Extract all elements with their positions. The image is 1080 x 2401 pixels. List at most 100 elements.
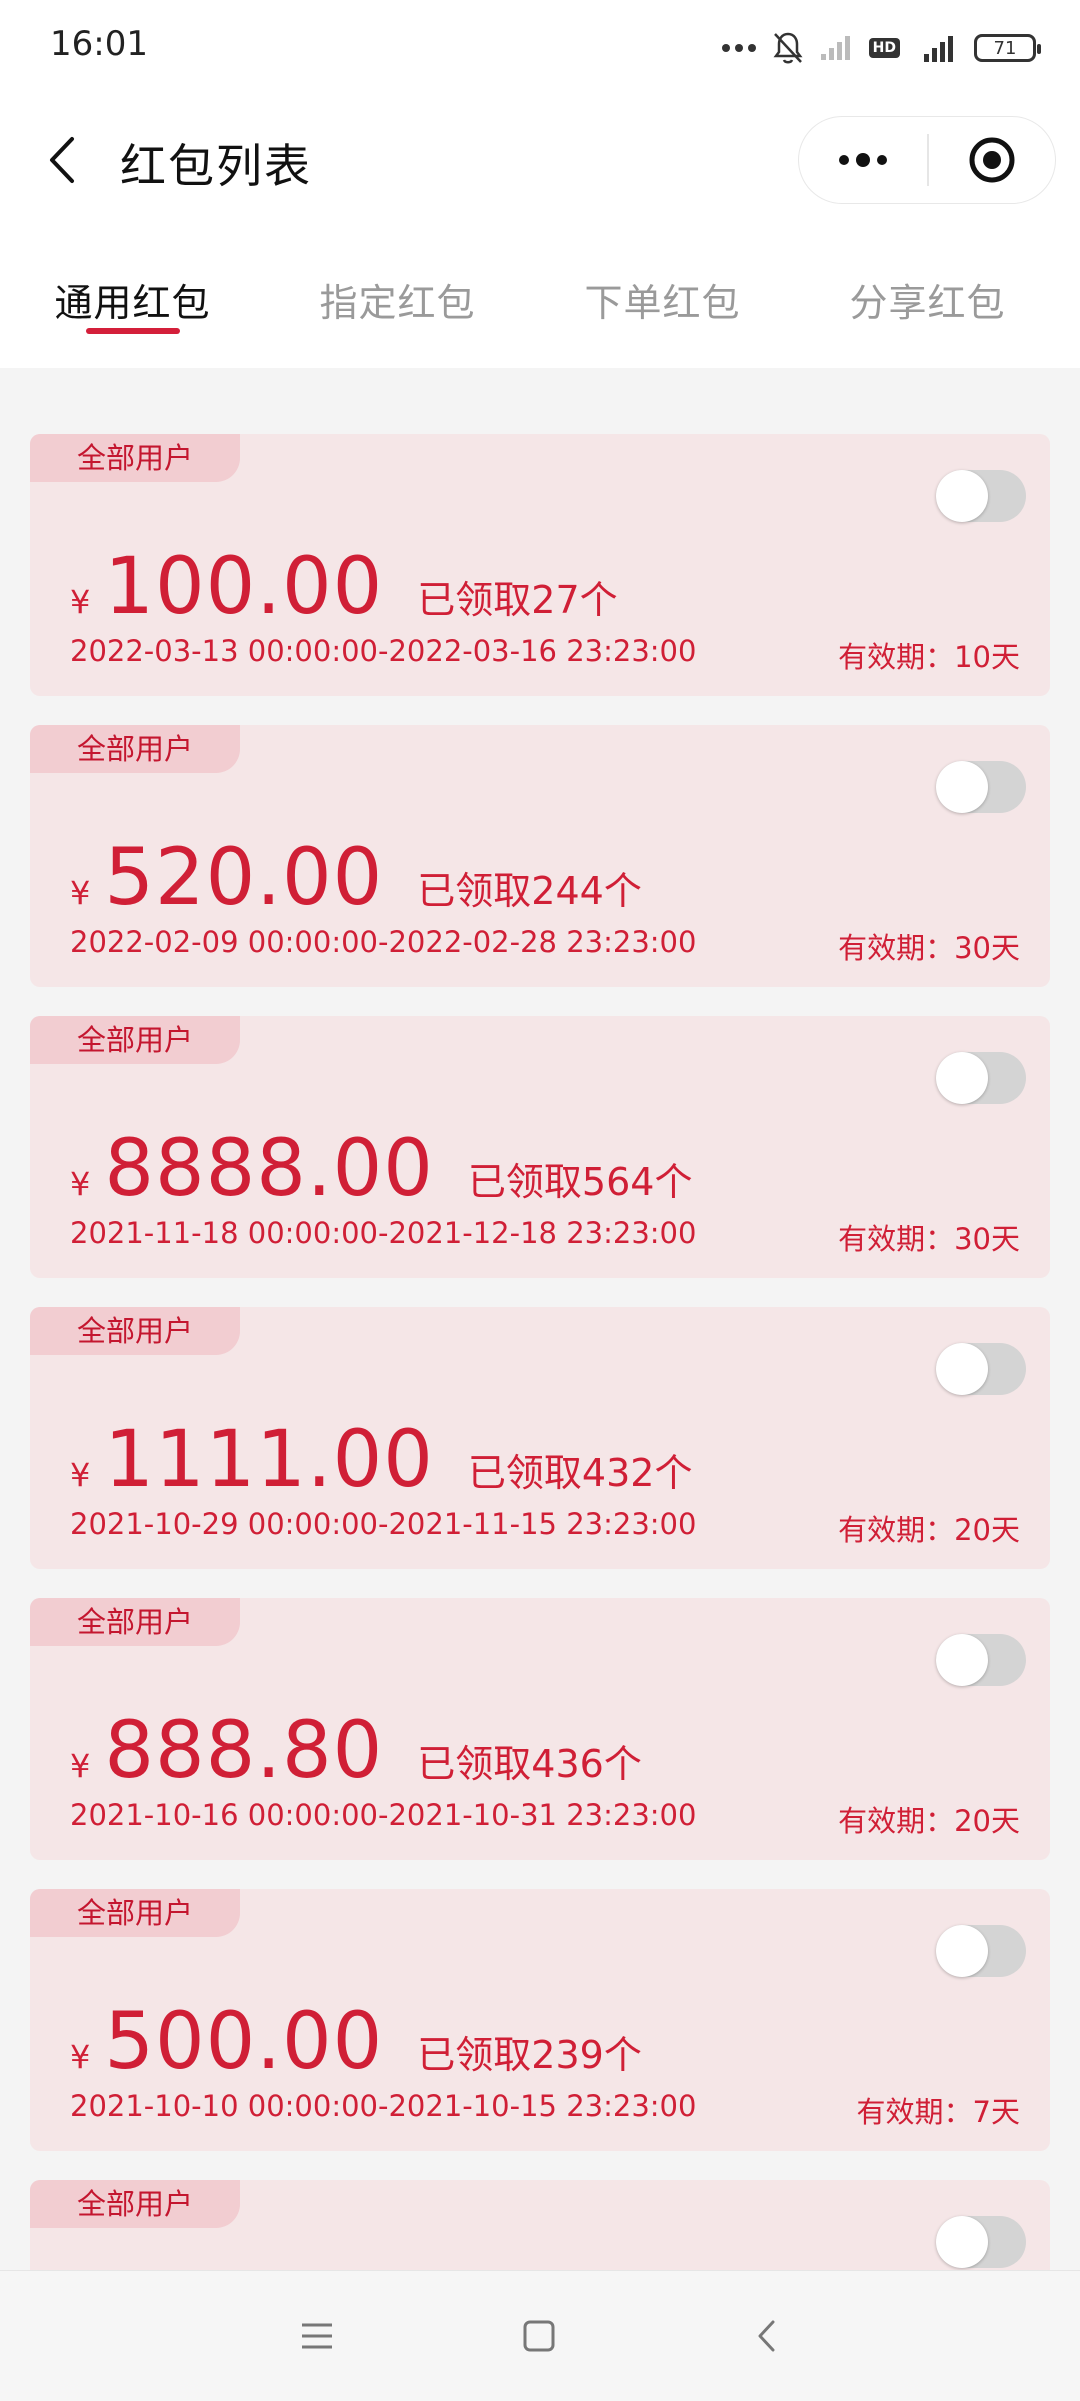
red-packet-card[interactable]: 全部用户 ¥ 520.00 已领取244个 2022-02-09 00:00:0… (30, 725, 1050, 987)
amount-row: ¥ 888.80 已领取436个 (70, 1706, 642, 1796)
date-range: 2021-11-18 00:00:00-2021-12-18 23:23:00 (70, 1216, 697, 1250)
currency-symbol: ¥ (70, 1747, 91, 1785)
battery-icon: 71 (974, 34, 1041, 62)
red-packet-card[interactable]: 全部用户 ¥ 1111.00 已领取432个 2021-10-29 00:00:… (30, 1307, 1050, 1569)
tab-order[interactable]: 下单红包 (530, 222, 795, 368)
red-packet-card[interactable]: 全部用户 ¥ 888.80 已领取436个 2021-10-16 00:00:0… (30, 1598, 1050, 1860)
amount-row: ¥ 8888.00 已领取564个 (70, 1124, 692, 1214)
enable-toggle[interactable] (936, 761, 1026, 813)
currency-symbol: ¥ (70, 1456, 91, 1494)
audience-tag: 全部用户 (30, 725, 240, 773)
menu-button[interactable] (292, 2311, 342, 2361)
currency-symbol: ¥ (70, 2038, 91, 2076)
system-nav-bar (0, 2270, 1080, 2401)
amount-row: ¥ 520.00 已领取244个 (70, 833, 642, 923)
toggle-knob (936, 761, 988, 813)
amount-value: 500.00 (104, 1997, 384, 2087)
amount-row: ¥ 1111.00 已领取432个 (70, 1415, 692, 1505)
claimed-count: 已领取432个 (467, 1451, 693, 1495)
enable-toggle[interactable] (936, 1052, 1026, 1104)
amount-value: 520.00 (104, 833, 384, 923)
claimed-count: 已领取239个 (417, 2033, 642, 2077)
tab-bar: 通用红包 指定红包 下单红包 分享红包 (0, 222, 1080, 368)
date-range: 2021-10-16 00:00:00-2021-10-31 23:23:00 (70, 1798, 697, 1832)
red-packet-card[interactable]: 全部用户 ¥ 8888.00 已领取564个 2021-11-18 00:00:… (30, 1016, 1050, 1278)
audience-tag: 全部用户 (30, 1307, 240, 1355)
more-dots-icon (721, 43, 757, 53)
toggle-knob (936, 1052, 988, 1104)
red-packet-card[interactable]: 全部用户 ¥ 500.00 已领取239个 2021-10-10 00:00:0… (30, 1889, 1050, 2151)
claimed-count: 已领取244个 (417, 869, 642, 913)
audience-tag: 全部用户 (30, 434, 240, 482)
system-back-button[interactable] (742, 2311, 792, 2361)
date-range: 2022-03-13 00:00:00-2022-03-16 23:23:00 (70, 634, 697, 668)
currency-symbol: ¥ (70, 1165, 91, 1203)
mute-bell-icon (771, 30, 805, 66)
amount-value: 888.80 (104, 1706, 384, 1796)
back-button[interactable] (36, 128, 86, 192)
amount-row: ¥ 100.00 已领取27个 (70, 542, 618, 632)
nav-bar: 红包列表 (0, 100, 1080, 222)
validity-period: 有效期：30天 (838, 931, 1020, 965)
red-packet-card[interactable]: 全部用户 (30, 2180, 1050, 2270)
status-icons: HD 71 (721, 26, 1041, 70)
more-icon (839, 153, 887, 167)
currency-symbol: ¥ (70, 874, 91, 912)
tab-share[interactable]: 分享红包 (795, 222, 1060, 368)
hd-badge: HD (868, 38, 900, 58)
currency-symbol: ¥ (70, 583, 91, 621)
toggle-knob (936, 1925, 988, 1977)
amount-value: 8888.00 (104, 1124, 434, 1214)
toggle-knob (936, 1634, 988, 1686)
toggle-knob (936, 1343, 988, 1395)
amount-row: ¥ 500.00 已领取239个 (70, 1997, 642, 2087)
enable-toggle[interactable] (936, 470, 1026, 522)
tab-label: 分享红包 (849, 281, 1006, 325)
claimed-count: 已领取436个 (417, 1742, 642, 1786)
validity-period: 有效期：20天 (838, 1513, 1020, 1547)
tab-label: 下单红包 (584, 281, 741, 325)
target-close-icon (969, 137, 1015, 183)
capsule-close-button[interactable] (929, 117, 1055, 203)
audience-tag: 全部用户 (30, 2180, 240, 2228)
audience-tag: 全部用户 (30, 1016, 240, 1064)
enable-toggle[interactable] (936, 1634, 1026, 1686)
date-range: 2022-02-09 00:00:00-2022-02-28 23:23:00 (70, 925, 697, 959)
chevron-left-icon (50, 137, 74, 183)
home-square-icon (523, 2320, 555, 2352)
tab-designated[interactable]: 指定红包 (265, 222, 530, 368)
toggle-knob (936, 470, 988, 522)
claimed-count: 已领取564个 (467, 1160, 693, 1204)
red-packet-card[interactable]: 全部用户 ¥ 100.00 已领取27个 2022-03-13 00:00:00… (30, 434, 1050, 696)
amount-value: 100.00 (104, 542, 384, 632)
audience-tag: 全部用户 (30, 1889, 240, 1937)
enable-toggle[interactable] (936, 1925, 1026, 1977)
no-signal-icon (819, 34, 855, 62)
date-range: 2021-10-29 00:00:00-2021-11-15 23:23:00 (70, 1507, 697, 1541)
back-triangle-icon (758, 2320, 775, 2352)
red-packet-list[interactable]: 全部用户 ¥ 100.00 已领取27个 2022-03-13 00:00:00… (0, 420, 1080, 2270)
amount-value: 1111.00 (104, 1415, 434, 1505)
home-button[interactable] (514, 2311, 564, 2361)
toggle-knob (936, 2216, 988, 2268)
enable-toggle[interactable] (936, 2216, 1026, 2268)
active-tab-underline (85, 328, 180, 334)
status-time: 16:01 (50, 24, 148, 64)
claimed-count: 已领取27个 (417, 578, 618, 622)
miniprogram-capsule (798, 116, 1056, 204)
signal-4g-icon (914, 32, 960, 64)
capsule-more-button[interactable] (799, 117, 927, 203)
tab-general[interactable]: 通用红包 (0, 222, 265, 368)
validity-period: 有效期：20天 (838, 1804, 1020, 1838)
date-range: 2021-10-10 00:00:00-2021-10-15 23:23:00 (70, 2089, 697, 2123)
validity-period: 有效期：30天 (838, 1222, 1020, 1256)
tab-label: 指定红包 (319, 281, 476, 325)
audience-tag: 全部用户 (30, 1598, 240, 1646)
status-bar: 16:01 HD 71 (0, 0, 1080, 100)
validity-period: 有效期：10天 (838, 640, 1020, 674)
menu-icon (302, 2323, 332, 2349)
enable-toggle[interactable] (936, 1343, 1026, 1395)
page-title: 红包列表 (120, 139, 312, 193)
validity-period: 有效期：7天 (856, 2095, 1020, 2129)
tab-label: 通用红包 (54, 281, 211, 325)
